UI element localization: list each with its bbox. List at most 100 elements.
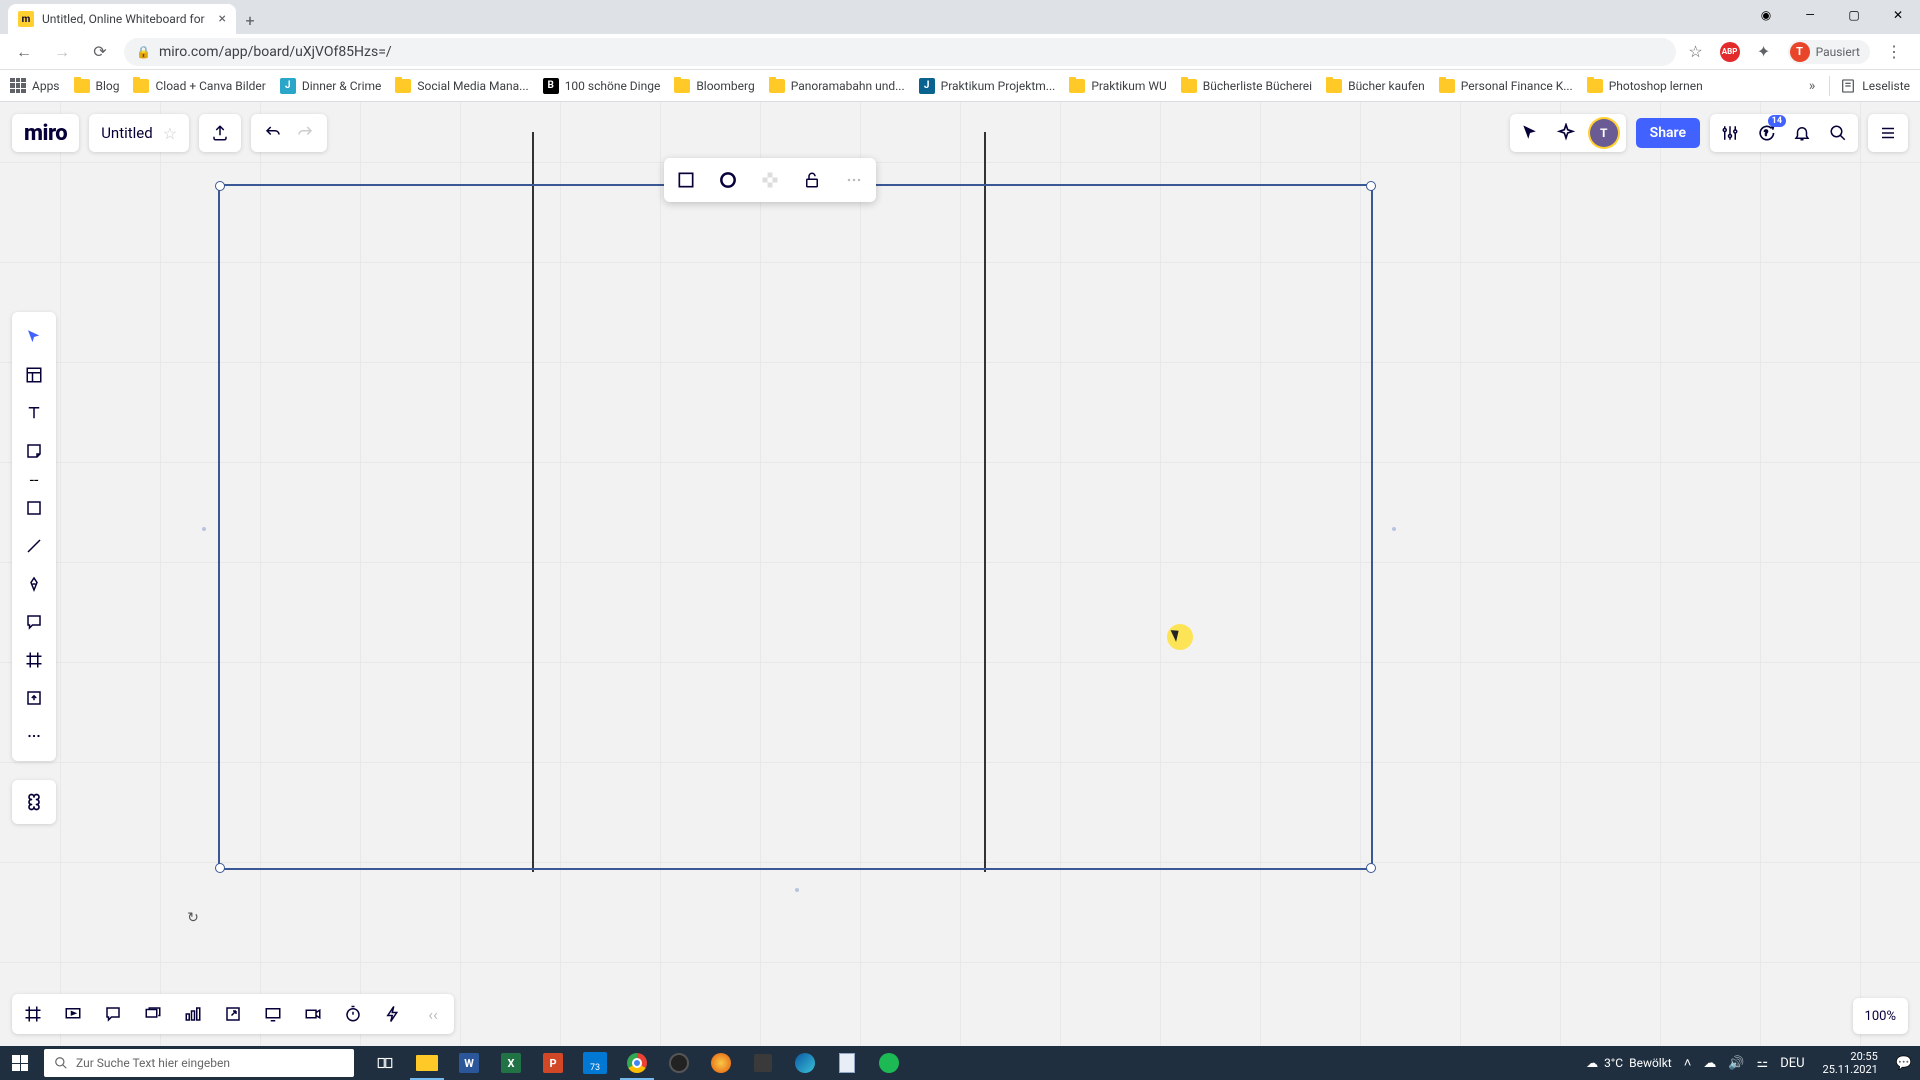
wifi-icon[interactable]: ⚍ bbox=[1757, 1056, 1769, 1071]
lock-button[interactable] bbox=[798, 166, 826, 194]
presentation-button[interactable] bbox=[60, 1001, 86, 1027]
bookmark-item[interactable]: JDinner & Crime bbox=[280, 78, 382, 94]
url-field[interactable]: 🔒 miro.com/app/board/uXjVOf85Hzs=/ bbox=[124, 38, 1676, 66]
line-tool[interactable] bbox=[16, 528, 52, 564]
language-indicator[interactable]: DEU bbox=[1780, 1056, 1804, 1071]
frame-style-button[interactable] bbox=[672, 166, 700, 194]
text-tool[interactable] bbox=[16, 395, 52, 431]
attention-button[interactable] bbox=[260, 1001, 286, 1027]
explorer-app[interactable] bbox=[406, 1046, 448, 1080]
incognito-icon[interactable]: ◉ bbox=[1744, 0, 1788, 30]
extensions-icon[interactable]: ✦ bbox=[1754, 42, 1774, 62]
excel-app[interactable]: X bbox=[490, 1046, 532, 1080]
back-button[interactable]: ← bbox=[10, 38, 38, 66]
export-button[interactable] bbox=[199, 114, 241, 152]
bookmark-item[interactable]: Bücher kaufen bbox=[1326, 79, 1425, 93]
resize-handle-tr[interactable] bbox=[1366, 181, 1376, 191]
sticky-tool[interactable] bbox=[16, 433, 52, 469]
mid-handle[interactable] bbox=[795, 888, 799, 892]
reactions-button[interactable] bbox=[1554, 121, 1578, 145]
bookmark-item[interactable]: Cload + Canva Bilder bbox=[133, 79, 265, 93]
obs-app[interactable] bbox=[658, 1046, 700, 1080]
activity-button[interactable] bbox=[1868, 114, 1908, 152]
action-center-icon[interactable]: 💬 bbox=[1896, 1056, 1912, 1071]
notepad-app[interactable] bbox=[826, 1046, 868, 1080]
edge-app[interactable] bbox=[784, 1046, 826, 1080]
share-button[interactable]: Share bbox=[1636, 118, 1700, 148]
reading-list-button[interactable]: Leseliste bbox=[1840, 78, 1910, 94]
undo-button[interactable] bbox=[257, 117, 289, 149]
apps-shortcut[interactable]: Apps bbox=[10, 78, 60, 94]
bookmarks-overflow-icon[interactable]: » bbox=[1805, 78, 1820, 94]
border-color-button[interactable] bbox=[714, 166, 742, 194]
video-button[interactable] bbox=[300, 1001, 326, 1027]
bookmark-item[interactable]: B100 schöne Dinge bbox=[543, 78, 661, 94]
calendar-app[interactable]: 73 bbox=[574, 1046, 616, 1080]
bookmark-item[interactable]: Personal Finance K... bbox=[1439, 79, 1573, 93]
mid-handle[interactable] bbox=[1392, 527, 1396, 531]
spotify-app[interactable] bbox=[868, 1046, 910, 1080]
onedrive-icon[interactable]: ☁ bbox=[1703, 1056, 1716, 1071]
redo-button[interactable] bbox=[289, 117, 321, 149]
selected-frame[interactable] bbox=[218, 184, 1373, 870]
bookmark-item[interactable]: Social Media Mana... bbox=[395, 79, 528, 93]
upload-tool[interactable] bbox=[16, 680, 52, 716]
frame-tool[interactable] bbox=[16, 642, 52, 678]
browser-tab[interactable]: m Untitled, Online Whiteboard for × bbox=[8, 4, 236, 34]
star-icon[interactable]: ☆ bbox=[163, 124, 177, 143]
tray-overflow-icon[interactable]: ˄ bbox=[1684, 1055, 1692, 1071]
select-tool[interactable] bbox=[16, 319, 52, 355]
profile-button[interactable]: T Pausiert bbox=[1788, 40, 1870, 64]
close-window-button[interactable]: ✕ bbox=[1876, 0, 1920, 30]
templates-tool[interactable] bbox=[16, 357, 52, 393]
comments-button[interactable]: ? 14 bbox=[1754, 121, 1778, 145]
reload-button[interactable]: ⟳ bbox=[86, 38, 114, 66]
clock[interactable]: 20:55 25.11.2021 bbox=[1817, 1050, 1884, 1076]
resize-handle-bl[interactable] bbox=[215, 863, 225, 873]
timer-button[interactable] bbox=[340, 1001, 366, 1027]
pen-tool[interactable] bbox=[16, 566, 52, 602]
menu-icon[interactable]: ⋮ bbox=[1884, 42, 1904, 62]
notifications-button[interactable] bbox=[1790, 121, 1814, 145]
board-title-box[interactable]: Untitled ☆ bbox=[89, 114, 189, 152]
context-more-button[interactable] bbox=[840, 166, 868, 194]
bookmark-item[interactable]: JPraktikum Projektm... bbox=[919, 78, 1056, 94]
zoom-level[interactable]: 100% bbox=[1853, 998, 1908, 1034]
resize-handle-tl[interactable] bbox=[215, 181, 225, 191]
comment-tool[interactable] bbox=[16, 604, 52, 640]
maximize-button[interactable]: ▢ bbox=[1832, 0, 1876, 30]
weather-widget[interactable]: ☁ 3°C Bewölkt bbox=[1586, 1056, 1672, 1070]
share-embed-button[interactable] bbox=[220, 1001, 246, 1027]
bookmark-item[interactable]: Photoshop lernen bbox=[1587, 79, 1703, 93]
apps-tool[interactable] bbox=[12, 780, 56, 824]
rotate-handle[interactable]: ↻ bbox=[185, 910, 201, 926]
start-button[interactable] bbox=[0, 1046, 40, 1080]
mid-handle[interactable] bbox=[202, 527, 206, 531]
bookmark-item[interactable]: Panoramabahn und... bbox=[769, 79, 905, 93]
adblock-icon[interactable]: ABP bbox=[1720, 42, 1740, 62]
forward-button[interactable]: → bbox=[48, 38, 76, 66]
chrome-app[interactable] bbox=[616, 1046, 658, 1080]
bookmark-item[interactable]: Praktikum WU bbox=[1069, 79, 1166, 93]
bookmark-item[interactable]: Blog bbox=[74, 79, 120, 93]
bookmark-item[interactable]: Bücherliste Bücherei bbox=[1181, 79, 1312, 93]
collapse-toolbar-button[interactable]: ‹‹ bbox=[420, 1001, 446, 1027]
chart-button[interactable] bbox=[180, 1001, 206, 1027]
minimize-button[interactable]: — bbox=[1788, 0, 1832, 30]
comments-panel-button[interactable] bbox=[100, 1001, 126, 1027]
volume-icon[interactable]: 🔊 bbox=[1728, 1056, 1744, 1071]
cards-button[interactable] bbox=[140, 1001, 166, 1027]
more-tools[interactable] bbox=[16, 718, 52, 754]
app-icon-2[interactable] bbox=[742, 1046, 784, 1080]
search-button[interactable] bbox=[1826, 121, 1850, 145]
user-avatar[interactable]: T bbox=[1590, 119, 1618, 147]
close-tab-icon[interactable]: × bbox=[219, 11, 226, 27]
new-tab-button[interactable]: + bbox=[236, 6, 264, 34]
word-app[interactable]: W bbox=[448, 1046, 490, 1080]
shape-tool[interactable] bbox=[16, 490, 52, 526]
miro-logo[interactable]: miro bbox=[12, 114, 79, 152]
powerpoint-app[interactable]: P bbox=[532, 1046, 574, 1080]
bookmark-star-icon[interactable]: ☆ bbox=[1686, 42, 1706, 62]
frames-panel-button[interactable] bbox=[20, 1001, 46, 1027]
settings-button[interactable] bbox=[1718, 121, 1742, 145]
